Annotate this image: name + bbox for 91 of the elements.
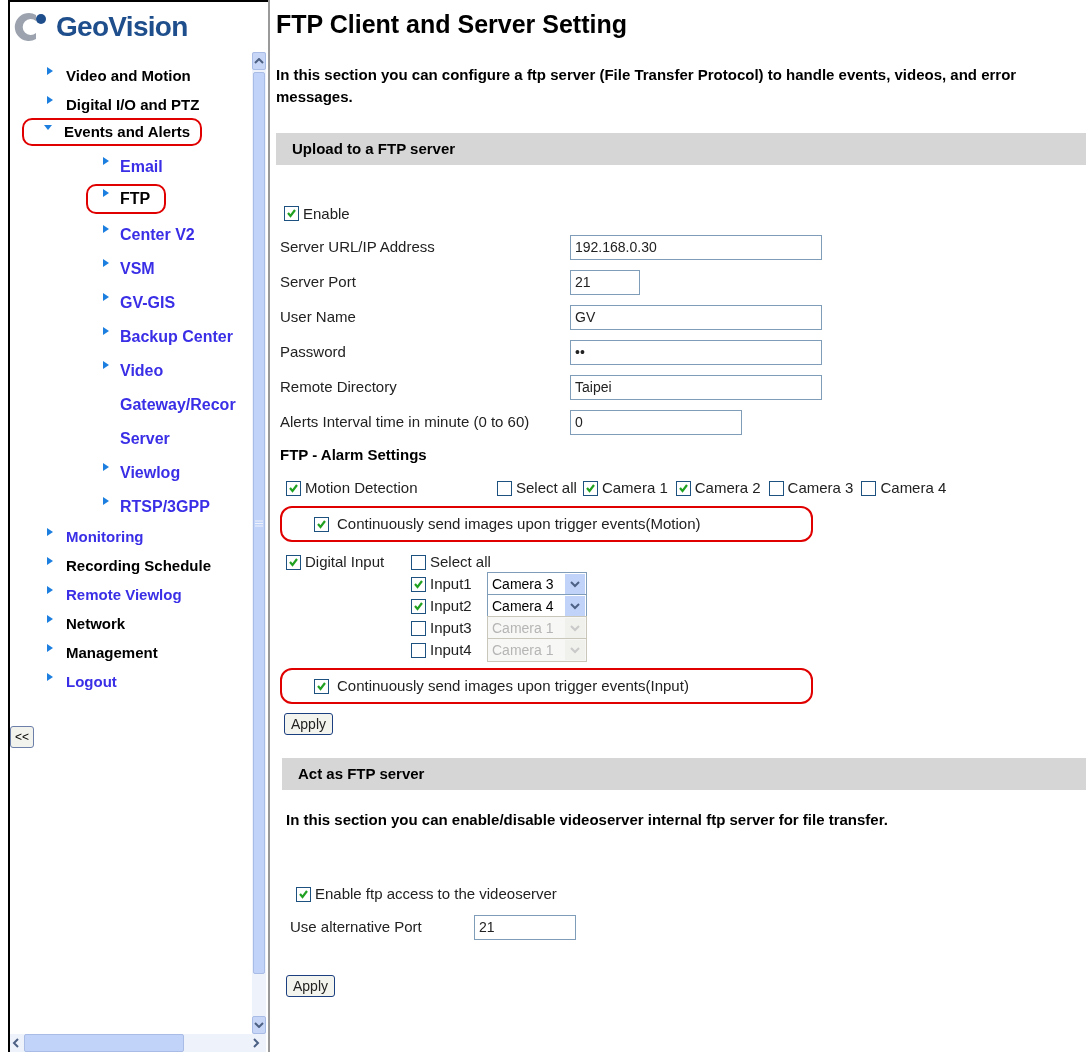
sidebar-subitem[interactable]: Server bbox=[120, 429, 170, 449]
sidebar-subitem[interactable]: Email bbox=[120, 157, 163, 177]
sidebar-item[interactable]: Logout bbox=[66, 672, 117, 692]
input-field[interactable]: 192.168.0.30 bbox=[570, 235, 822, 260]
checkbox-label: Input3 bbox=[430, 617, 472, 638]
scroll-down-icon[interactable] bbox=[253, 1022, 264, 1028]
sidebar-item[interactable]: Network bbox=[66, 614, 126, 634]
camera-dropdown[interactable]: Camera 4 bbox=[487, 594, 587, 618]
sidebar-item[interactable]: Monitoring bbox=[66, 527, 144, 547]
description-text: messages. bbox=[276, 87, 354, 107]
checkbox-label: Input2 bbox=[430, 595, 472, 616]
arrow-icon bbox=[102, 225, 110, 235]
checkbox-label: Camera 2 bbox=[694, 477, 761, 498]
logo-text: GeoVision bbox=[56, 13, 188, 41]
arrow-icon bbox=[102, 497, 110, 507]
section-description: In this section you can enable/disable videoserver internal ftp server for file transfer. bbox=[286, 809, 889, 830]
checkbox[interactable] bbox=[411, 598, 426, 614]
input-field[interactable]: •• bbox=[570, 340, 822, 365]
input-field[interactable]: 21 bbox=[570, 270, 640, 295]
sidebar-subitem[interactable]: Gateway/Recor bbox=[120, 395, 236, 415]
checkbox-label: Camera 1 bbox=[601, 477, 668, 498]
checkbox-label: Enable bbox=[303, 203, 350, 224]
field-label: Password bbox=[280, 342, 347, 363]
field-label: Use alternative Port bbox=[290, 916, 423, 937]
checkbox[interactable] bbox=[582, 480, 598, 496]
arrow-icon bbox=[102, 361, 110, 371]
sidebar-subitem[interactable]: RTSP/3GPP bbox=[120, 497, 210, 517]
field-label: Remote Directory bbox=[280, 377, 398, 398]
checkbox[interactable] bbox=[284, 206, 299, 222]
subsection-title: FTP - Alarm Settings bbox=[280, 444, 428, 465]
vertical-scrollbar[interactable] bbox=[251, 52, 266, 1034]
checkbox-label: Motion Detection bbox=[305, 477, 418, 498]
page-title: FTP Client and Server Setting bbox=[276, 9, 628, 40]
input-field[interactable]: 21 bbox=[474, 914, 576, 940]
horizontal-scrollbar[interactable] bbox=[10, 1034, 266, 1052]
checkbox[interactable] bbox=[861, 480, 877, 496]
arrow-icon bbox=[102, 189, 110, 199]
checkbox-label: Continuously send images upon trigger events(Input) bbox=[337, 675, 689, 696]
sidebar-subitem[interactable]: FTP bbox=[120, 189, 151, 209]
checkbox-label: Select all bbox=[430, 551, 491, 572]
apply-button[interactable]: Apply bbox=[284, 713, 334, 735]
checkbox[interactable] bbox=[675, 480, 691, 496]
arrow-icon bbox=[102, 157, 110, 167]
checkbox-label: Continuously send images upon trigger events(Motion) bbox=[337, 513, 701, 534]
sidebar-subitem[interactable]: GV-GIS bbox=[120, 293, 176, 313]
checkbox[interactable] bbox=[286, 480, 301, 496]
camera-dropdown[interactable]: Camera 3 bbox=[487, 572, 587, 596]
field-label: Server Port bbox=[280, 272, 357, 293]
sidebar-subitem[interactable]: Backup Center bbox=[120, 327, 233, 347]
arrow-icon bbox=[102, 259, 110, 269]
checkbox[interactable] bbox=[411, 554, 426, 570]
field-label: Server URL/IP Address bbox=[280, 237, 436, 258]
checkbox-label: Digital Input bbox=[305, 551, 385, 572]
checkbox-label: Input4 bbox=[430, 639, 472, 660]
sidebar-item[interactable]: Remote Viewlog bbox=[66, 585, 182, 605]
checkbox[interactable] bbox=[286, 554, 301, 570]
input-field[interactable]: GV bbox=[570, 305, 822, 330]
sidebar-item[interactable]: Events and Alerts bbox=[64, 122, 191, 142]
checkbox-label: Camera 4 bbox=[880, 477, 947, 498]
sidebar-item[interactable]: Management bbox=[66, 643, 158, 663]
arrow-icon bbox=[102, 293, 110, 303]
sidebar-item[interactable]: Video and Motion bbox=[66, 66, 191, 86]
checkbox[interactable] bbox=[296, 887, 311, 902]
checkbox-label: Camera 3 bbox=[787, 477, 854, 498]
collapse-button[interactable]: << bbox=[10, 726, 34, 748]
sidebar-item[interactable]: Digital I/O and PTZ bbox=[66, 95, 200, 115]
sidebar-subitem[interactable]: VSM bbox=[120, 259, 155, 279]
section-header: Upload to a FTP server bbox=[276, 133, 1086, 165]
input-field[interactable]: Taipei bbox=[570, 375, 822, 400]
checkbox[interactable] bbox=[411, 576, 426, 592]
checkbox-label: Enable ftp access to the videoserver bbox=[315, 884, 557, 905]
checkbox-label: Input1 bbox=[430, 573, 472, 594]
description-text: In this section you can configure a ftp server (File Transfer Protocol) to handle events, videos, and error bbox=[276, 65, 1018, 85]
input-field[interactable]: 0 bbox=[570, 410, 742, 435]
arrow-icon bbox=[102, 327, 110, 337]
field-label: User Name bbox=[280, 307, 357, 328]
scroll-up-icon[interactable] bbox=[253, 58, 264, 64]
sidebar-subitem[interactable]: Center V2 bbox=[120, 225, 195, 245]
checkbox-label: Select all bbox=[516, 477, 577, 498]
checkbox[interactable] bbox=[314, 516, 329, 532]
grip-icon bbox=[254, 519, 263, 527]
arrow-icon bbox=[102, 463, 110, 473]
checkbox[interactable] bbox=[768, 480, 784, 496]
apply-button[interactable]: Apply bbox=[286, 975, 336, 997]
checkbox[interactable] bbox=[314, 678, 329, 694]
section-header: Act as FTP server bbox=[282, 758, 1086, 790]
field-label: Alerts Interval time in minute (0 to 60) bbox=[280, 412, 531, 433]
sidebar-subitem[interactable]: Video bbox=[120, 361, 164, 381]
sidebar-subitem[interactable]: Viewlog bbox=[120, 463, 181, 483]
sidebar-item[interactable]: Recording Schedule bbox=[66, 556, 212, 576]
checkbox[interactable] bbox=[497, 480, 512, 496]
